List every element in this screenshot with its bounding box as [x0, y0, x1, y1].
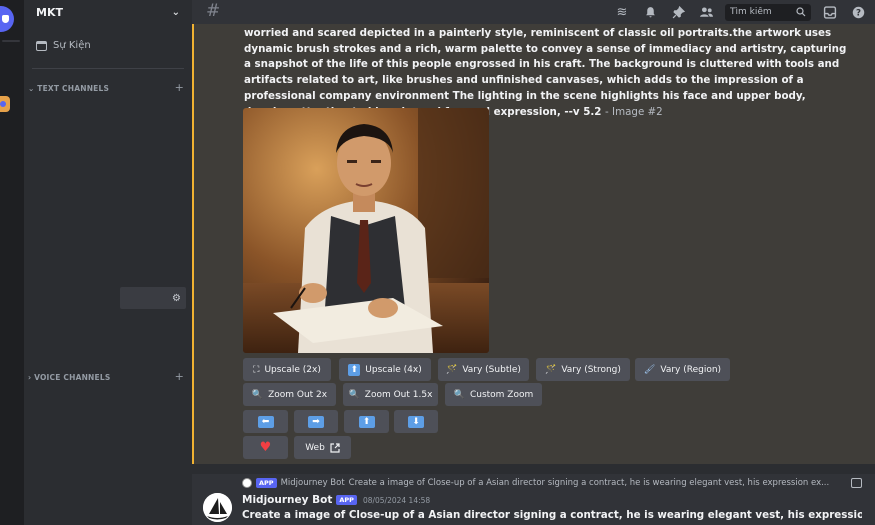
upscale-2x-button[interactable]: ⛶ Upscale (2x) — [243, 358, 331, 381]
help-icon[interactable]: ? — [849, 3, 867, 21]
events-item[interactable]: Sự Kiện — [36, 40, 91, 51]
zoom-out-1-5x-button[interactable]: 🔍 Zoom Out 1.5x — [343, 383, 438, 406]
up-arrow-icon: ⬆ — [348, 363, 361, 376]
magnifier-icon: 🔍 — [251, 389, 264, 400]
image-icon — [851, 478, 862, 488]
chevron-down-icon: ⌄ — [28, 84, 38, 93]
arrow-right-icon: ➡ — [308, 415, 324, 428]
magic-wand-icon: 🪄 — [545, 364, 557, 375]
timestamp: 08/05/2024 14:58 — [362, 495, 431, 505]
search-box[interactable] — [725, 3, 811, 21]
members-icon[interactable] — [697, 3, 715, 21]
vary-subtle-button[interactable]: 🪄 Vary (Subtle) — [438, 358, 529, 381]
app-badge: APP — [256, 478, 277, 488]
prompt-body: worried and scared depicted in a painter… — [244, 27, 847, 118]
upscale-4x-button[interactable]: ⬆ Upscale (4x) — [339, 358, 431, 381]
sidebar-divider — [32, 68, 184, 69]
custom-zoom-button[interactable]: 🔍 Custom Zoom — [445, 383, 542, 406]
server-header[interactable]: MKT ⌄ — [24, 0, 192, 24]
button-label: Zoom Out 2x — [268, 389, 328, 400]
button-label: Upscale (4x) — [365, 364, 422, 375]
pan-right-button[interactable]: ➡ — [294, 410, 338, 433]
discord-home-icon[interactable] — [0, 6, 14, 32]
channel-topbar: # ≋ ? — [192, 0, 875, 24]
channel-sidebar: MKT ⌄ Sự Kiện ⌄ TEXT CHANNELS + ⚙ › VOIC… — [24, 0, 192, 525]
message-separator — [192, 464, 875, 474]
text-channels-category[interactable]: ⌄ TEXT CHANNELS + — [28, 82, 184, 93]
button-label: Custom Zoom — [469, 389, 534, 400]
search-input[interactable] — [730, 7, 794, 17]
button-label: Vary (Strong) — [561, 364, 621, 375]
button-label: Vary (Region) — [660, 364, 722, 375]
arrow-up-icon: ⬆ — [358, 415, 375, 428]
expand-icon: ⛶ — [253, 364, 260, 375]
server-name: MKT — [36, 5, 63, 19]
add-channel-icon[interactable]: + — [175, 82, 184, 93]
avatar[interactable] — [203, 493, 232, 522]
arrow-down-icon: ⬇ — [408, 415, 424, 428]
search-icon — [796, 7, 806, 17]
chevron-down-icon: ⌄ — [171, 6, 180, 18]
server-rail — [0, 0, 24, 525]
magnifier-icon: 🔍 — [453, 389, 465, 400]
reply-text: Create a image of Close-up of a Asian di… — [348, 478, 830, 488]
arrow-left-icon: ⬅ — [257, 415, 274, 428]
calendar-icon — [36, 40, 47, 51]
external-link-icon — [330, 442, 340, 453]
prompt-text: worried and scared depicted in a painter… — [244, 26, 856, 120]
button-label: Web — [305, 442, 325, 453]
bell-icon[interactable] — [641, 3, 659, 21]
reply-author: Midjourney Bot — [280, 478, 345, 488]
category-label: TEXT CHANNELS — [37, 84, 110, 93]
user-controls: ⚙ — [120, 287, 186, 309]
magic-wand-icon: 🪄 — [446, 364, 458, 375]
category-label: VOICE CHANNELS — [34, 373, 111, 382]
brush-icon: 🖌 — [643, 364, 656, 375]
author-name[interactable]: Midjourney Bot — [242, 494, 332, 506]
voice-channels-category[interactable]: › VOICE CHANNELS + — [28, 371, 184, 382]
user-settings-icon[interactable]: ⚙ — [172, 293, 181, 304]
rail-separator — [2, 40, 20, 42]
server-icon[interactable] — [0, 96, 10, 112]
threads-icon[interactable]: ≋ — [613, 3, 631, 21]
reply-avatar — [242, 478, 252, 488]
inbox-icon[interactable] — [821, 3, 839, 21]
highlighted-message: worried and scared depicted in a painter… — [192, 24, 875, 464]
reply-reference[interactable]: APP Midjourney Bot Create a image of Clo… — [242, 476, 862, 490]
message-body: Create a image of Close-up of a Asian di… — [242, 509, 862, 521]
pan-up-button[interactable]: ⬆ — [344, 410, 389, 433]
favorite-button[interactable]: ♥ — [243, 436, 288, 459]
button-label: Upscale (2x) — [264, 364, 321, 375]
add-channel-icon[interactable]: + — [175, 371, 184, 382]
discord-window: MKT ⌄ Sự Kiện ⌄ TEXT CHANNELS + ⚙ › VOIC… — [0, 0, 875, 525]
vary-strong-button[interactable]: 🪄 Vary (Strong) — [536, 358, 630, 381]
button-label: Zoom Out 1.5x — [364, 389, 433, 400]
zoom-out-2x-button[interactable]: 🔍 Zoom Out 2x — [243, 383, 336, 406]
svg-text:?: ? — [855, 8, 860, 18]
pan-down-button[interactable]: ⬇ — [394, 410, 438, 433]
magnifier-icon: 🔍 — [348, 389, 360, 400]
pan-left-button[interactable]: ⬅ — [243, 410, 288, 433]
message-header: Midjourney Bot APP 08/05/2024 14:58 — [242, 494, 430, 506]
generated-image[interactable] — [243, 108, 489, 353]
image-tag: - Image #2 — [605, 105, 663, 118]
topbar-actions: ≋ ? — [613, 3, 867, 21]
heart-icon: ♥ — [259, 440, 272, 455]
events-label: Sự Kiện — [53, 40, 91, 51]
vary-region-button[interactable]: 🖌 Vary (Region) — [635, 358, 730, 381]
hash-icon: # — [206, 1, 221, 21]
app-badge: APP — [336, 495, 357, 505]
web-link-button[interactable]: Web — [294, 436, 351, 459]
button-label: Vary (Subtle) — [462, 364, 521, 375]
pin-icon[interactable] — [669, 3, 687, 21]
